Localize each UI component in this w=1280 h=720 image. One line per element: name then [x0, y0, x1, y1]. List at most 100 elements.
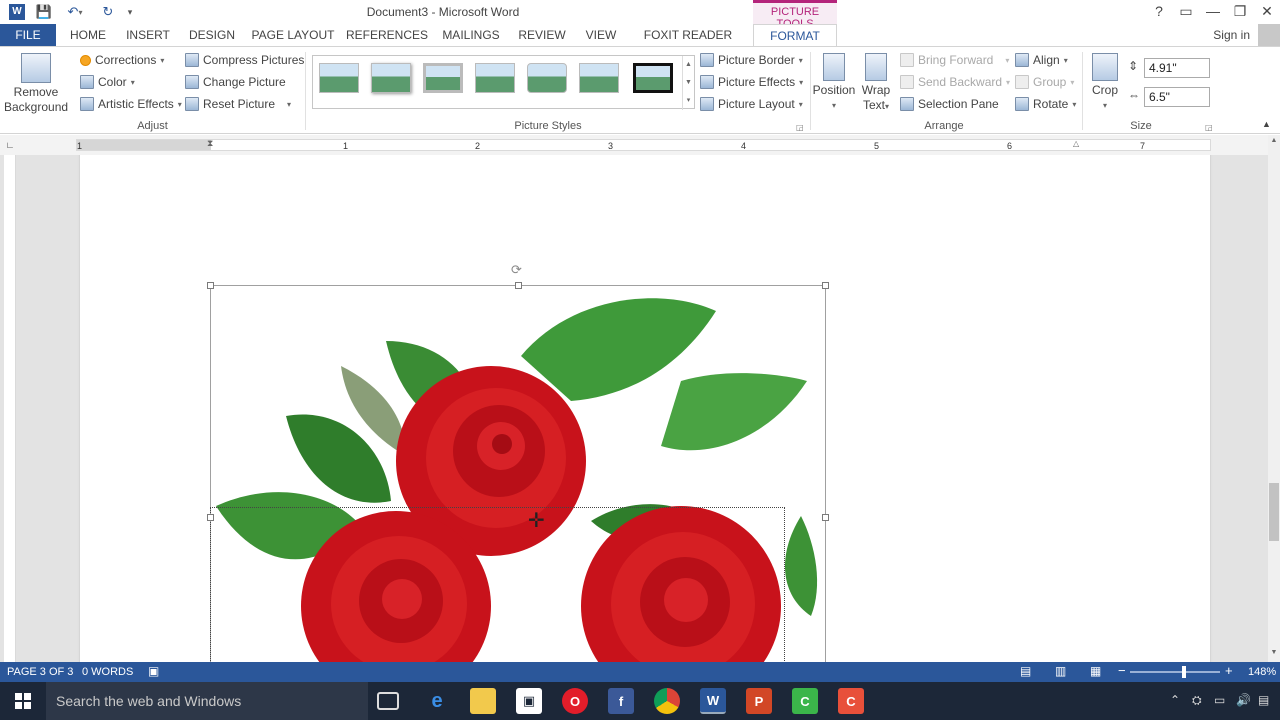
close-button[interactable]: ✕ — [1253, 0, 1280, 24]
task-view-icon[interactable] — [377, 692, 399, 710]
resize-handle-left[interactable] — [207, 514, 214, 521]
picture-layout-button[interactable]: Picture Layout ▾ — [700, 97, 803, 111]
tab-foxit-reader-pdf[interactable]: FOXIT READER PDF — [632, 24, 744, 64]
network-icon[interactable]: ▭ — [1214, 693, 1225, 707]
people-icon[interactable]: ⛭ — [1192, 693, 1202, 708]
facebook-icon[interactable]: f — [608, 688, 634, 714]
rotate-handle-icon[interactable]: ⟳ — [511, 262, 522, 278]
scroll-up-icon[interactable]: ▲ — [1269, 137, 1279, 144]
corrections-button[interactable]: Corrections ▾ — [80, 53, 164, 67]
sign-in-link[interactable]: Sign in — [1213, 28, 1250, 42]
picture-effects-label: Picture Effects — [718, 75, 796, 89]
avatar[interactable] — [1258, 24, 1280, 46]
group-button[interactable]: Group ▾ — [1015, 75, 1074, 89]
page-count[interactable]: PAGE 3 OF 3 — [7, 666, 73, 678]
remove-background-button[interactable]: Remove Background — [4, 53, 68, 115]
artistic-effects-button[interactable]: Artistic Effects ▾ — [80, 97, 182, 111]
indent-marker-icon[interactable]: ⧗ — [207, 138, 213, 149]
camtasia-recorder-icon[interactable]: C — [838, 688, 864, 714]
tab-mailings[interactable]: MAILINGS — [438, 24, 504, 46]
vertical-scrollbar[interactable]: ▲ ▼ — [1268, 135, 1280, 662]
picture-style-1[interactable] — [319, 63, 359, 93]
ruler-number: 2 — [475, 141, 481, 151]
ribbon-display-options-button[interactable]: ▭ — [1172, 0, 1200, 24]
size-launcher-icon[interactable]: ◲ — [1205, 123, 1213, 132]
tab-review[interactable]: REVIEW — [514, 24, 570, 46]
position-button[interactable]: Position ▾ — [812, 53, 856, 113]
zoom-in-icon[interactable]: + — [1225, 663, 1233, 678]
opera-icon[interactable]: O — [562, 688, 588, 714]
zoom-slider[interactable] — [1130, 666, 1220, 678]
crop-button[interactable]: Crop ▾ — [1088, 53, 1122, 113]
send-backward-button[interactable]: Send Backward ▾ — [900, 75, 1010, 89]
height-input[interactable]: 4.91" — [1144, 58, 1210, 78]
picture-style-2[interactable] — [371, 63, 411, 93]
volume-icon[interactable]: 🔊 — [1236, 693, 1251, 707]
title-bar: W 💾 ↶ ▾ ↻ ▾ Document3 - Microsoft Word PI… — [0, 0, 1280, 30]
tab-design[interactable]: DESIGN — [184, 24, 240, 46]
gallery-more-icon[interactable]: ▾ — [682, 92, 694, 110]
proofing-icon[interactable]: ▣ — [148, 664, 159, 678]
notifications-icon[interactable]: ▤ — [1258, 693, 1269, 707]
rotate-button[interactable]: Rotate ▾ — [1015, 97, 1076, 111]
picture-styles-launcher-icon[interactable]: ◲ — [796, 123, 804, 132]
taskbar-search-box[interactable]: Search the web and Windows — [46, 682, 368, 720]
print-layout-icon[interactable]: ▥ — [1055, 664, 1066, 678]
help-button[interactable]: ? — [1145, 0, 1173, 24]
gallery-scroll-up-icon[interactable]: ▲ — [682, 56, 694, 74]
change-picture-button[interactable]: Change Picture — [185, 75, 286, 89]
scroll-down-icon[interactable]: ▼ — [1269, 649, 1279, 656]
scrollbar-thumb[interactable] — [1269, 483, 1279, 541]
tab-home[interactable]: HOME — [62, 24, 114, 46]
show-hidden-icons-icon[interactable]: ⌃ — [1170, 693, 1180, 707]
picture-border-button[interactable]: Picture Border ▾ — [700, 53, 803, 67]
crop-selection-rectangle[interactable] — [210, 507, 785, 662]
resize-handle-top-right[interactable] — [822, 282, 829, 289]
picture-style-4[interactable] — [475, 63, 515, 93]
width-input[interactable]: 6.5" — [1144, 87, 1210, 107]
camtasia-icon[interactable]: C — [792, 688, 818, 714]
tab-references[interactable]: REFERENCES — [346, 24, 428, 46]
zoom-out-icon[interactable]: − — [1118, 663, 1126, 678]
selection-pane-button[interactable]: Selection Pane — [900, 97, 999, 111]
align-button[interactable]: Align ▾ — [1015, 53, 1068, 67]
color-button[interactable]: Color ▾ — [80, 75, 135, 89]
tab-file[interactable]: FILE — [0, 24, 56, 46]
ruler-bar[interactable]: 1 1 2 3 4 5 6 7 ⧗ △ — [76, 138, 1211, 151]
zoom-slider-thumb[interactable] — [1181, 666, 1186, 678]
resize-handle-right[interactable] — [822, 514, 829, 521]
tab-selector-icon[interactable]: ∟ — [3, 138, 17, 152]
picture-style-6[interactable] — [579, 63, 619, 93]
compress-pictures-button[interactable]: Compress Pictures — [185, 53, 304, 67]
resize-handle-top[interactable] — [515, 282, 522, 289]
store-icon[interactable]: ▣ — [516, 688, 542, 714]
restore-button[interactable]: ❐ — [1226, 0, 1254, 24]
powerpoint-icon[interactable]: P — [746, 688, 772, 714]
tab-view[interactable]: VIEW — [580, 24, 622, 46]
chrome-icon[interactable] — [654, 688, 680, 714]
picture-style-5[interactable] — [527, 63, 567, 93]
zoom-level[interactable]: 148% — [1248, 666, 1276, 678]
minimize-button[interactable]: — — [1199, 0, 1227, 24]
file-explorer-icon[interactable] — [470, 688, 496, 714]
tab-page-layout[interactable]: PAGE LAYOUT — [250, 24, 336, 46]
bring-forward-button[interactable]: Bring Forward ▾ — [900, 53, 1009, 67]
right-indent-marker-icon[interactable]: △ — [1073, 139, 1079, 148]
read-mode-icon[interactable]: ▤ — [1020, 664, 1031, 678]
picture-style-3[interactable] — [423, 63, 463, 93]
picture-style-7[interactable] — [633, 63, 673, 93]
edge-icon[interactable]: e — [424, 688, 450, 714]
ruler-number: 6 — [1007, 141, 1013, 151]
word-taskbar-icon[interactable]: W — [700, 688, 726, 714]
gallery-scroll-down-icon[interactable]: ▼ — [682, 74, 694, 92]
resize-handle-top-left[interactable] — [207, 282, 214, 289]
tab-insert[interactable]: INSERT — [122, 24, 174, 46]
tab-format[interactable]: FORMAT — [753, 24, 837, 47]
web-layout-icon[interactable]: ▦ — [1090, 664, 1101, 678]
collapse-ribbon-icon[interactable]: ▲ — [1262, 119, 1271, 129]
picture-effects-button[interactable]: Picture Effects ▾ — [700, 75, 803, 89]
start-button[interactable] — [0, 682, 46, 720]
word-count[interactable]: 0 WORDS — [82, 666, 133, 678]
reset-picture-button[interactable]: Reset Picture ▾ — [185, 97, 291, 111]
wrap-text-button[interactable]: Wrap Text▾ — [858, 53, 894, 114]
